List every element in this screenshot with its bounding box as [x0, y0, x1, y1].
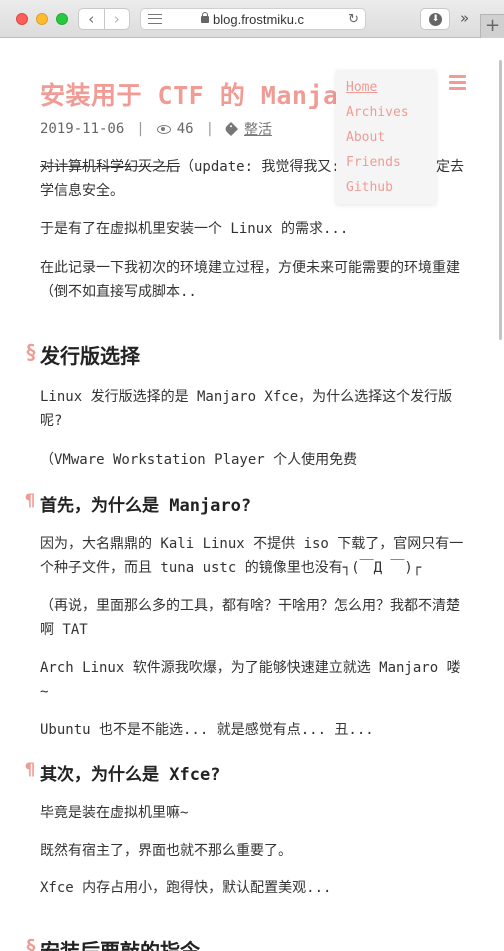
more-chevron-icon[interactable]: » — [460, 9, 469, 27]
post-date: 2019-11-06 — [40, 121, 125, 137]
close-window-button[interactable] — [16, 13, 28, 25]
nav-item-about[interactable]: About — [346, 130, 385, 145]
eye-icon — [156, 124, 171, 134]
struck-text: 对计算机科学幻灭之后 — [40, 159, 180, 175]
zoom-window-button[interactable] — [56, 13, 68, 25]
paragraph: Linux 发行版选择的是 Manjaro Xfce，为什么选择这个发行版呢? — [40, 389, 453, 429]
forward-button[interactable]: › — [103, 9, 130, 29]
subsection-marker: ¶ — [25, 760, 36, 780]
url-text[interactable]: blog.frostmiku.c — [213, 12, 339, 27]
nav-item-home[interactable]: Home — [346, 80, 377, 95]
post-meta: 2019-11-06 | 46 | 整活 — [40, 119, 272, 139]
paragraph: Arch Linux 软件源我吹爆，为了能够快速建立就选 Manjaro 喽~ — [40, 660, 461, 700]
paragraph: Ubuntu 也不是不能选... 就是感觉有点... 丑... — [40, 722, 374, 738]
nav-dropdown: Home Archives About Friends Github — [336, 70, 436, 204]
paragraph: Xfce 内存占用小，跑得快，默认配置美观... — [40, 880, 332, 896]
new-tab-button[interactable]: + — [480, 14, 504, 38]
back-button[interactable]: ‹ — [79, 9, 104, 29]
nav-item-archives[interactable]: Archives — [346, 105, 409, 120]
paragraph: 毕竟是装在虚拟机里嘛~ — [40, 805, 189, 821]
paragraph: 于是有了在虚拟机里安装一个 Linux 的需求... — [40, 221, 349, 237]
heading-distro: 发行版选择 — [40, 344, 140, 368]
browser-toolbar: ‹ › blog.frostmiku.c ↻ ⬇ » + — [0, 0, 504, 38]
intro-text-line2: 学信息安全。 — [40, 183, 124, 199]
downloads-button[interactable]: ⬇ — [420, 8, 450, 30]
page-title: 安装用于 CTF 的 Manja — [40, 81, 339, 110]
nav-item-friends[interactable]: Friends — [346, 155, 401, 170]
reader-view-icon[interactable] — [148, 14, 162, 24]
lock-icon — [201, 12, 209, 23]
meta-separator: | — [136, 121, 145, 137]
reload-icon[interactable]: ↻ — [348, 12, 359, 27]
download-icon: ⬇ — [429, 13, 442, 26]
view-count: 46 — [176, 121, 194, 137]
paragraph: 因为，大名鼎鼎的 Kali Linux 不提供 iso 下载了，官网只有一个种子… — [40, 536, 464, 576]
section-marker: § — [25, 340, 38, 364]
intro-text: （update: 我觉得我又: — [180, 159, 340, 175]
meta-separator: | — [205, 121, 215, 137]
tag-link[interactable]: 整活 — [244, 119, 272, 139]
section-marker: § — [25, 935, 38, 951]
minimize-window-button[interactable] — [36, 13, 48, 25]
tag-icon — [223, 121, 239, 137]
paragraph: 既然有宿主了，界面也就不那么重要了。 — [40, 843, 292, 859]
heading-post-install: 安装后要敲的指令 — [40, 939, 200, 951]
hamburger-menu-icon[interactable] — [449, 75, 466, 90]
page-scrollbar[interactable] — [499, 60, 502, 340]
paragraph: 在此记录一下我初次的环境建立过程，方便未来可能需要的环境重建（倒不如直接写成脚本… — [40, 260, 460, 300]
nav-item-github[interactable]: Github — [346, 180, 393, 195]
heading-why-xfce: 其次，为什么是 Xfce? — [40, 765, 221, 785]
subsection-marker: ¶ — [25, 491, 36, 511]
paragraph: （VMware Workstation Player 个人使用免费 — [40, 452, 358, 468]
intro-text-end: 定去 — [436, 159, 464, 175]
history-nav: ‹ › — [78, 8, 130, 30]
address-bar[interactable]: blog.frostmiku.c ↻ — [140, 8, 366, 30]
paragraph: （再说，里面那么多的工具，都有啥？干啥用？怎么用？我都不清楚啊 TAT — [40, 598, 460, 638]
heading-why-manjaro: 首先，为什么是 Manjaro? — [40, 496, 252, 516]
